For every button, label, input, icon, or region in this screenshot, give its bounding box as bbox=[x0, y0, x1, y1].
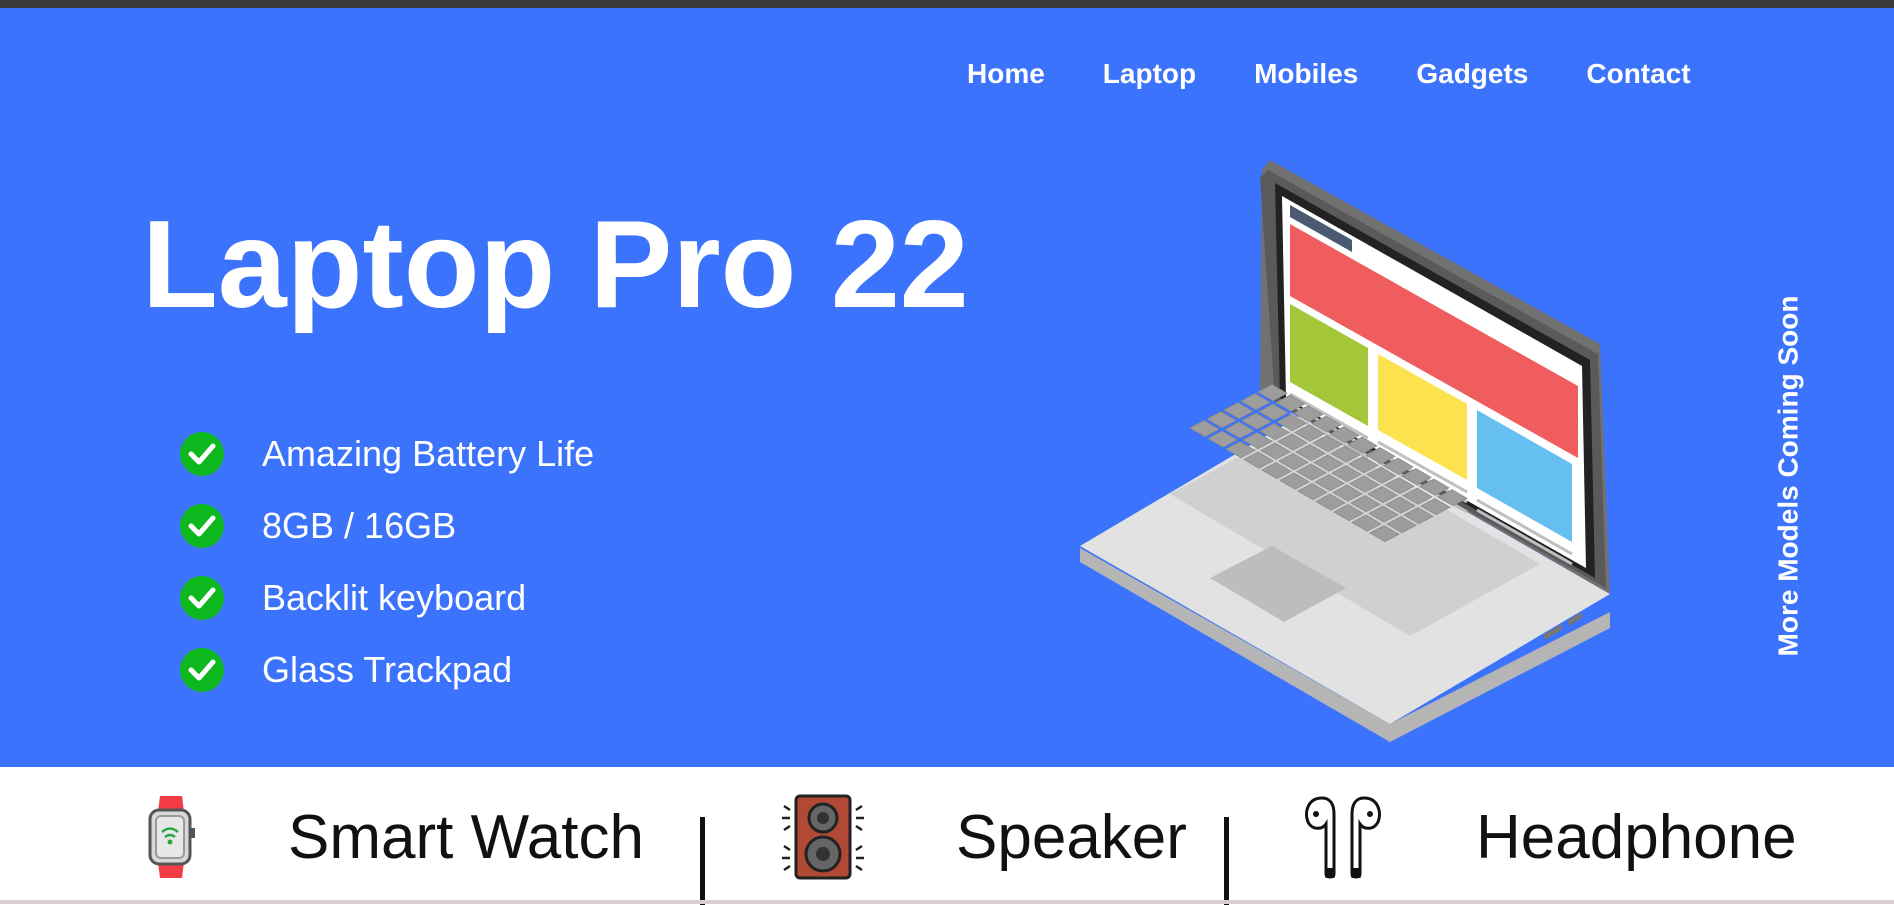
feature-label: 8GB / 16GB bbox=[262, 505, 457, 546]
category-smartwatch[interactable]: Smart Watch bbox=[146, 787, 644, 887]
category-label: Smart Watch bbox=[288, 802, 644, 872]
feature-label: Glass Trackpad bbox=[262, 649, 513, 690]
feature-item: 8GB / 16GB bbox=[180, 490, 594, 562]
nav-gadgets[interactable]: Gadgets bbox=[1416, 58, 1528, 90]
nav-laptop[interactable]: Laptop bbox=[1103, 58, 1196, 90]
feature-item: Amazing Battery Life bbox=[180, 418, 594, 490]
divider bbox=[700, 817, 705, 905]
feature-list: Amazing Battery Life 8GB / 16GB Backlit … bbox=[180, 418, 594, 706]
nav-contact[interactable]: Contact bbox=[1586, 58, 1690, 90]
laptop-illustration bbox=[1080, 160, 1610, 742]
category-bar: Smart Watch Speaker Headphone bbox=[0, 767, 1894, 905]
bottom-border bbox=[0, 900, 1894, 904]
feature-label: Backlit keyboard bbox=[262, 577, 527, 618]
hero-section: Home Laptop Mobiles Gadgets Contact Lapt… bbox=[0, 8, 1894, 767]
coming-soon-label: More Models Coming Soon bbox=[1772, 295, 1804, 657]
top-border bbox=[0, 0, 1894, 8]
check-icon bbox=[180, 504, 224, 548]
feature-item: Backlit keyboard bbox=[180, 562, 594, 634]
category-headphone[interactable]: Headphone bbox=[1300, 787, 1797, 887]
smartwatch-icon bbox=[148, 796, 195, 878]
nav-home[interactable]: Home bbox=[967, 58, 1045, 90]
hero-title: Laptop Pro 22 bbox=[142, 196, 969, 334]
category-label: Speaker bbox=[956, 802, 1187, 872]
main-nav: Home Laptop Mobiles Gadgets Contact bbox=[967, 58, 1749, 90]
feature-label: Amazing Battery Life bbox=[262, 433, 595, 474]
check-icon bbox=[180, 576, 224, 620]
divider bbox=[1224, 817, 1229, 905]
nav-mobiles[interactable]: Mobiles bbox=[1254, 58, 1358, 90]
check-icon bbox=[180, 648, 224, 692]
headphone-icon bbox=[1305, 796, 1381, 879]
category-label: Headphone bbox=[1476, 802, 1797, 872]
feature-item: Glass Trackpad bbox=[180, 634, 594, 706]
check-icon bbox=[180, 432, 224, 476]
category-speaker[interactable]: Speaker bbox=[780, 787, 1187, 887]
speaker-icon bbox=[782, 794, 864, 880]
